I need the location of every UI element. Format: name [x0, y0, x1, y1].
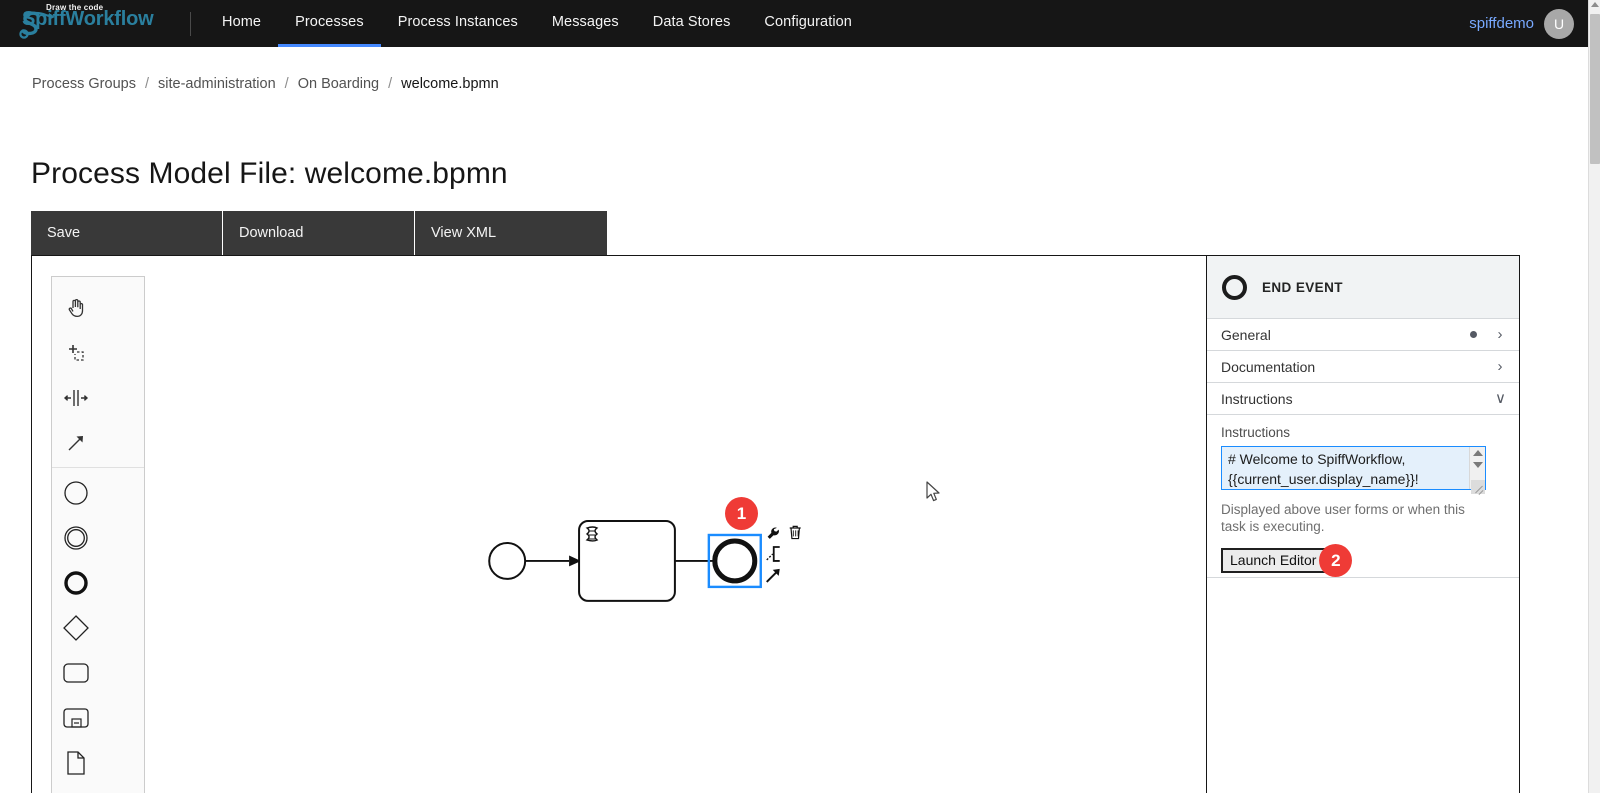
user-name[interactable]: spiffdemo — [1469, 15, 1534, 32]
nav-item-process-instances[interactable]: Process Instances — [381, 0, 535, 47]
prop-group-label: Documentation — [1221, 358, 1316, 375]
step-badge-2: 2 — [1319, 544, 1353, 577]
tab-label: View XML — [431, 225, 497, 241]
chevron-right-icon: › — [1497, 358, 1503, 375]
nav-item-data-stores[interactable]: Data Stores — [636, 0, 748, 47]
app-logo[interactable]: Draw the code SpiffWorkflow — [0, 0, 190, 47]
scrollbar-thumb[interactable] — [1590, 14, 1600, 164]
bpmn-editor: 1 END EVENT General › Documentation › In… — [31, 255, 1520, 793]
nav-item-label: Processes — [295, 14, 364, 30]
launch-editor-row: Launch Editor 2 — [1221, 544, 1505, 577]
top-navigation-bar: Draw the code SpiffWorkflow Home Process… — [0, 0, 1588, 47]
breadcrumb-item-site-administration[interactable]: site-administration — [158, 76, 276, 92]
nav-item-label: Messages — [551, 14, 619, 30]
nav-item-home[interactable]: Home — [205, 0, 278, 47]
breadcrumb-separator: / — [144, 76, 149, 92]
properties-panel: END EVENT General › Documentation › Inst… — [1207, 256, 1519, 793]
chevron-right-icon: › — [1497, 326, 1503, 343]
properties-panel-empty-area — [1207, 577, 1519, 793]
step-badge-2-label: 2 — [1331, 550, 1341, 570]
trash-icon — [789, 525, 801, 540]
start-event-shape — [488, 541, 527, 580]
breadcrumb-separator: / — [388, 76, 393, 92]
properties-panel-header: END EVENT — [1207, 256, 1519, 319]
nav-divider — [190, 11, 191, 36]
connect-arrow-icon — [766, 568, 780, 583]
instructions-field-label: Instructions — [1221, 425, 1291, 440]
page-scrollbar[interactable] — [1588, 0, 1600, 793]
textarea-resize-grip[interactable] — [1471, 480, 1485, 494]
tab-label: Save — [47, 225, 81, 241]
instructions-help-text: Displayed above user forms or when this … — [1221, 502, 1465, 534]
scroll-up-arrow-icon[interactable] — [1591, 2, 1599, 7]
prop-group-label: Instructions — [1221, 390, 1293, 407]
script-task-shape — [578, 520, 676, 602]
end-event-shape — [712, 538, 758, 584]
breadcrumb-item-current: welcome.bpmn — [401, 76, 499, 92]
step-badge-1-label: 1 — [736, 503, 747, 523]
instructions-section-body: Instructions Displayed above user forms … — [1207, 415, 1519, 577]
avatar-initial: U — [1553, 15, 1565, 32]
prop-group-instructions[interactable]: Instructions ∨ — [1207, 383, 1519, 415]
wrench-icon — [767, 527, 779, 539]
prop-group-label: General — [1221, 326, 1271, 343]
properties-panel-title: END EVENT — [1262, 279, 1343, 295]
tab-label: Download — [239, 225, 304, 241]
launch-editor-button[interactable]: Launch Editor — [1221, 548, 1326, 573]
general-status-dot — [1470, 331, 1477, 338]
view-xml-button[interactable]: View XML — [415, 211, 607, 255]
prop-group-general[interactable]: General › — [1207, 319, 1519, 351]
end-event-icon — [1222, 274, 1247, 300]
nav-item-messages[interactable]: Messages — [535, 0, 636, 47]
avatar[interactable]: U — [1544, 8, 1574, 39]
nav-item-label: Process Instances — [397, 14, 518, 30]
nav-items: Home Processes Process Instances Message… — [205, 0, 869, 47]
save-button[interactable]: Save — [31, 211, 223, 255]
breadcrumb: Process Groups / site-administration / O… — [32, 76, 499, 92]
download-button[interactable]: Download — [223, 211, 415, 255]
page-title: Process Model File: welcome.bpmn — [31, 157, 508, 190]
prop-group-documentation[interactable]: Documentation › — [1207, 351, 1519, 383]
context-pad — [766, 525, 801, 583]
mouse-cursor-icon — [926, 481, 940, 502]
file-action-tabbar: Save Download View XML — [31, 211, 607, 255]
nav-item-label: Configuration — [764, 14, 852, 30]
nav-item-processes[interactable]: Processes — [278, 0, 381, 47]
nav-item-label: Home — [222, 14, 262, 30]
logo-wordmark: SpiffWorkflow — [22, 8, 154, 30]
nav-item-label: Data Stores — [652, 14, 731, 30]
nav-item-configuration[interactable]: Configuration — [747, 0, 869, 47]
chevron-down-icon: ∨ — [1495, 390, 1506, 407]
breadcrumb-item-process-groups[interactable]: Process Groups — [32, 76, 136, 92]
breadcrumb-separator: / — [284, 76, 289, 92]
text-annotation-icon — [766, 546, 780, 562]
bpmn-diagram[interactable] — [32, 256, 1206, 793]
instructions-input[interactable] — [1221, 446, 1486, 490]
breadcrumb-item-on-boarding[interactable]: On Boarding — [298, 76, 379, 92]
nav-user-area: spiffdemo U — [1469, 0, 1588, 47]
bpmn-canvas[interactable]: 1 — [32, 256, 1207, 793]
instructions-textarea-wrapper — [1221, 446, 1486, 495]
step-badge-1: 1 — [725, 497, 758, 530]
